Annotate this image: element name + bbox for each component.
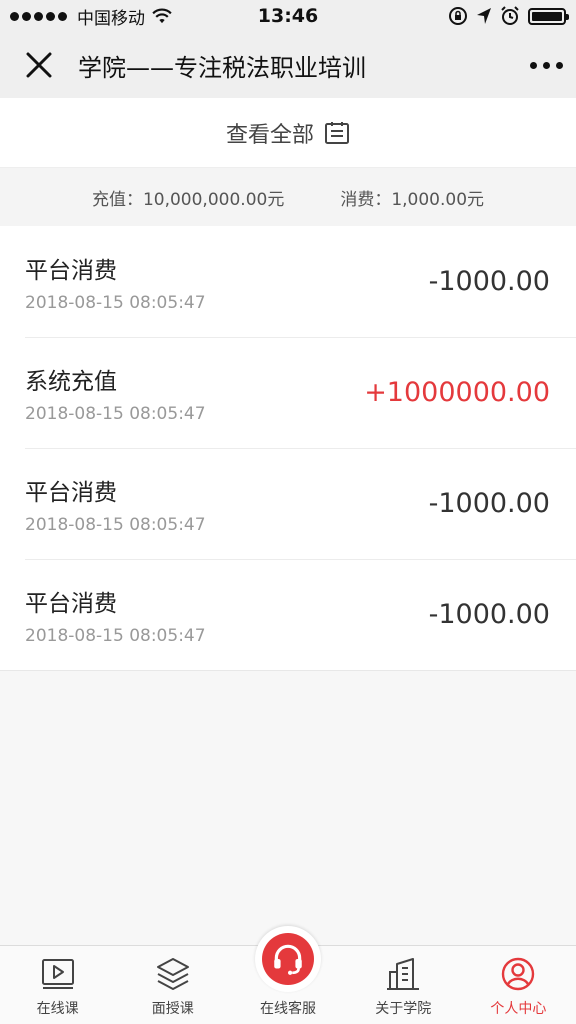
signal-icon — [10, 11, 67, 21]
tab-label: 关于学院 — [375, 1001, 432, 1017]
location-icon — [477, 8, 491, 24]
tab-offline-course[interactable]: 面授课 — [115, 946, 230, 1024]
alarm-icon — [501, 6, 519, 25]
transaction-title: 系统充值 — [25, 368, 117, 395]
balance-summary: 充值： 10,000,000.00元 消费： 1,000.00元 — [0, 168, 576, 226]
list-icon — [325, 121, 349, 144]
tab-label: 在线课 — [36, 1001, 79, 1017]
battery-icon — [528, 7, 569, 25]
view-all-button[interactable]: 查看全部 — [0, 98, 576, 168]
transaction-list: 平台消费 2018-08-15 08:05:47 -1000.00 系统充值 2… — [0, 226, 576, 671]
tab-personal-center[interactable]: 个人中心 — [461, 946, 576, 1024]
more-button[interactable] — [516, 32, 576, 98]
carrier-label: 中国移动 — [77, 8, 145, 29]
headset-icon — [274, 944, 302, 975]
page-title: 学院——专注税法职业培训 — [78, 53, 366, 82]
close-icon[interactable] — [26, 52, 52, 78]
transaction-title: 平台消费 — [25, 590, 117, 617]
customer-service-button[interactable] — [255, 926, 321, 992]
transaction-title: 平台消费 — [25, 479, 117, 506]
transaction-time: 2018-08-15 08:05:47 — [25, 292, 206, 313]
rotation-lock-icon — [449, 7, 467, 25]
tab-label: 在线客服 — [260, 1001, 316, 1017]
nav-bar: 学院——专注税法职业培训 — [0, 32, 576, 98]
tab-label: 面授课 — [151, 1001, 194, 1017]
building-icon — [387, 958, 420, 990]
tab-online-course[interactable]: 在线课 — [0, 946, 115, 1024]
transaction-amount: +1000000.00 — [364, 377, 550, 408]
transaction-row[interactable]: 平台消费 2018-08-15 08:05:47 -1000.00 — [0, 559, 576, 670]
status-bar: 中国移动 13:46 — [0, 0, 576, 32]
close-button[interactable] — [0, 32, 78, 98]
video-icon — [41, 959, 74, 989]
transaction-amount: -1000.00 — [428, 488, 550, 519]
recharge-total: 充值： 10,000,000.00元 — [91, 189, 285, 210]
user-icon — [502, 957, 535, 991]
transaction-time: 2018-08-15 08:05:47 — [25, 403, 206, 424]
tab-customer-service[interactable]: 在线客服 — [230, 926, 345, 1024]
wifi-icon — [152, 8, 172, 24]
transaction-amount: -1000.00 — [428, 599, 550, 630]
layers-icon — [156, 958, 189, 990]
transaction-row[interactable]: 平台消费 2018-08-15 08:05:47 -1000.00 — [0, 448, 576, 559]
transaction-time: 2018-08-15 08:05:47 — [25, 625, 206, 646]
tab-about[interactable]: 关于学院 — [346, 946, 461, 1024]
transaction-row[interactable]: 平台消费 2018-08-15 08:05:47 -1000.00 — [0, 226, 576, 337]
transaction-time: 2018-08-15 08:05:47 — [25, 514, 206, 535]
view-all-label: 查看全部 — [225, 122, 314, 148]
transaction-amount: -1000.00 — [428, 266, 550, 297]
tab-label: 个人中心 — [490, 1001, 547, 1017]
spend-total: 消费： 1,000.00元 — [340, 189, 485, 210]
transaction-row[interactable]: 系统充值 2018-08-15 08:05:47 +1000000.00 — [0, 337, 576, 448]
tab-bar: 在线课 面授课 在线客服 关于学院 个人中心 — [0, 926, 576, 1024]
transaction-title: 平台消费 — [25, 257, 117, 284]
more-icon[interactable] — [529, 61, 537, 69]
